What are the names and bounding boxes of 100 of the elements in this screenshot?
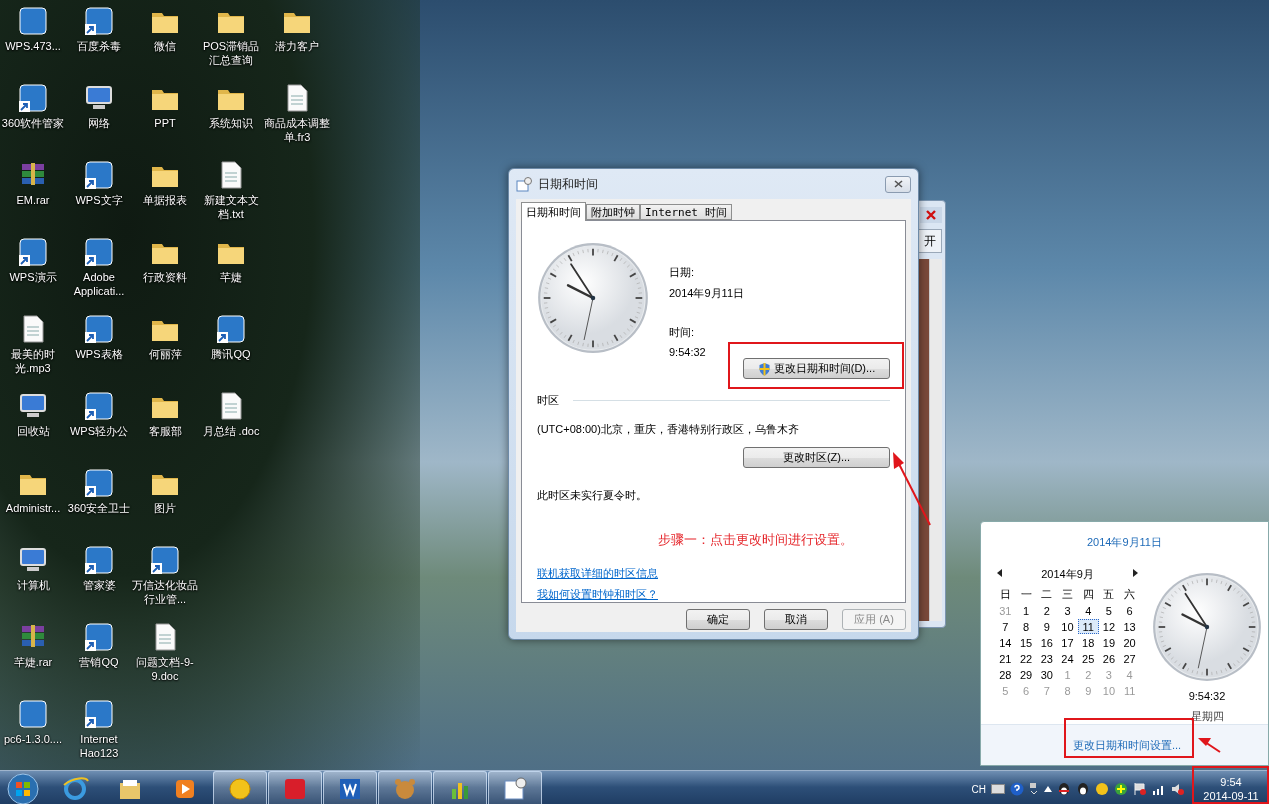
calendar-day[interactable]: 5 xyxy=(1098,603,1120,618)
desktop-icon-label[interactable]: 营销QQ xyxy=(66,655,132,669)
desktop-icon-label[interactable]: Administr... xyxy=(0,501,66,515)
taskbar-button[interactable] xyxy=(488,771,542,804)
desktop-icon-label[interactable]: POS滞销品汇总查询 xyxy=(198,39,264,67)
desktop-icon-label[interactable]: 360软件管家 xyxy=(0,116,66,130)
open-button[interactable]: 开 xyxy=(918,229,942,253)
desktop-icon-label[interactable]: 潜力客户 xyxy=(264,39,330,53)
desktop-icon-label[interactable]: 万信达化妆品行业管... xyxy=(132,578,198,606)
settings-link[interactable]: 更改日期和时间设置... xyxy=(1073,737,1182,753)
link[interactable]: 我如何设置时钟和时区？ xyxy=(537,587,658,602)
calendar-day[interactable]: 9 xyxy=(1036,619,1058,634)
calendar-day[interactable]: 14 xyxy=(995,635,1016,650)
calendar-day[interactable]: 8 xyxy=(1015,619,1037,634)
calendar-day[interactable]: 23 xyxy=(1036,651,1058,666)
taskbar-button[interactable] xyxy=(433,771,487,804)
desktop-icon-label[interactable]: EM.rar xyxy=(0,193,66,207)
calendar-day[interactable]: 26 xyxy=(1098,651,1120,666)
desktop-icon-label[interactable]: 腾讯QQ xyxy=(198,347,264,361)
calendar-day[interactable]: 29 xyxy=(1015,667,1037,682)
keyboard-icon[interactable] xyxy=(991,784,1005,794)
tab[interactable]: 日期和时间 xyxy=(521,202,586,221)
desktop-icon-label[interactable]: 微信 xyxy=(132,39,198,53)
desktop-icon-label[interactable]: 何丽萍 xyxy=(132,347,198,361)
penguin-icon[interactable] xyxy=(1076,782,1090,796)
calendar-day[interactable]: 2 xyxy=(1036,603,1058,618)
desktop-icon-label[interactable]: WPS表格 xyxy=(66,347,132,361)
desktop-icon-label[interactable]: WPS演示 xyxy=(0,270,66,284)
calendar-day[interactable]: 25 xyxy=(1077,651,1099,666)
desktop-icon-label[interactable]: 回收站 xyxy=(0,424,66,438)
desktop-icon-label[interactable]: 计算机 xyxy=(0,578,66,592)
calendar-day[interactable]: 17 xyxy=(1057,635,1078,650)
desktop-icon-label[interactable]: WPS.473... xyxy=(0,39,66,53)
desktop-icon-label[interactable]: 新建文本文档.txt xyxy=(198,193,264,221)
calendar-day[interactable]: 28 xyxy=(995,667,1016,682)
previous-month-button[interactable] xyxy=(997,569,1002,579)
taskbar-button[interactable] xyxy=(213,771,267,804)
desktop-icon-label[interactable]: 商品成本调整单.fr3 xyxy=(264,116,330,144)
penguin-icon[interactable] xyxy=(1057,782,1071,796)
speaker-muted-icon[interactable] xyxy=(1171,782,1185,796)
desktop-icon-label[interactable]: 芊婕 xyxy=(198,270,264,284)
desktop-icon-label[interactable]: 360安全卫士 xyxy=(66,501,132,515)
tab[interactable]: 附加时钟 xyxy=(586,204,640,220)
calendar-day[interactable]: 15 xyxy=(1015,635,1037,650)
desktop-icon-label[interactable]: 单据报表 xyxy=(132,193,198,207)
help-icon[interactable] xyxy=(1010,782,1024,796)
desktop-icon-label[interactable]: 管家婆 xyxy=(66,578,132,592)
language-indicator[interactable]: CH xyxy=(971,783,986,795)
options-icon[interactable] xyxy=(1029,782,1039,796)
desktop-icon-label[interactable]: 最美的时光.mp3 xyxy=(0,347,66,375)
calendar-day[interactable]: 21 xyxy=(995,651,1016,666)
calendar-day[interactable]: 30 xyxy=(1036,667,1058,682)
close-icon[interactable] xyxy=(920,207,942,223)
change-date-time-button[interactable]: 更改日期和时间(D)... xyxy=(743,358,890,379)
desktop-icon-label[interactable]: 客服部 xyxy=(132,424,198,438)
tab[interactable]: Internet 时间 xyxy=(640,204,732,220)
link[interactable]: 联机获取详细的时区信息 xyxy=(537,566,658,581)
dialog-button[interactable]: 取消 xyxy=(764,609,828,630)
calendar-day[interactable]: 12 xyxy=(1098,619,1120,634)
desktop-icon-label[interactable]: pc6-1.3.0.... xyxy=(0,732,66,746)
calendar-day[interactable]: 18 xyxy=(1077,635,1099,650)
desktop-icon-label[interactable]: 网络 xyxy=(66,116,132,130)
taskbar-clock[interactable]: 9:54 2014-09-11 xyxy=(1193,771,1269,804)
calendar-day[interactable]: 1 xyxy=(1015,603,1037,618)
up-arrow-icon[interactable] xyxy=(1044,786,1052,792)
calendar-day[interactable]: 10 xyxy=(1057,619,1078,634)
calendar-day[interactable]: 6 xyxy=(1119,603,1140,618)
calendar-day[interactable]: 16 xyxy=(1036,635,1058,650)
signal-icon[interactable] xyxy=(1152,783,1166,795)
desktop-icon-label[interactable]: WPS文字 xyxy=(66,193,132,207)
calendar-day[interactable]: 24 xyxy=(1057,651,1078,666)
scrollbar[interactable] xyxy=(929,259,942,621)
desktop-icon-label[interactable]: 行政资料 xyxy=(132,270,198,284)
change-timezone-button[interactable]: 更改时区(Z)... xyxy=(743,447,890,468)
calendar-day[interactable]: 11 xyxy=(1077,619,1099,634)
calendar-day[interactable]: 7 xyxy=(995,619,1016,634)
calendar-day[interactable]: 3 xyxy=(1057,603,1078,618)
desktop-icon-label[interactable]: PPT xyxy=(132,116,198,130)
calendar-day[interactable]: 22 xyxy=(1015,651,1037,666)
desktop-icon-label[interactable]: Internet Hao123 xyxy=(66,732,132,760)
desktop-icon-label[interactable]: 系统知识 xyxy=(198,116,264,130)
calendar-day[interactable]: 19 xyxy=(1098,635,1120,650)
plus-icon[interactable] xyxy=(1114,782,1128,796)
close-button[interactable] xyxy=(885,175,911,193)
date-link[interactable]: 2014年9月11日 xyxy=(1087,535,1162,550)
calendar-day[interactable]: 4 xyxy=(1077,603,1099,618)
taskbar-button[interactable] xyxy=(323,771,377,804)
desktop-icon-label[interactable]: 月总结 .doc xyxy=(198,424,264,438)
calendar-day[interactable]: 13 xyxy=(1119,619,1140,634)
desktop-icon-label[interactable]: 图片 xyxy=(132,501,198,515)
taskbar-button[interactable] xyxy=(268,771,322,804)
desktop-icon-label[interactable]: 问题文档-9-9.doc xyxy=(132,655,198,683)
flag-icon[interactable] xyxy=(1133,782,1147,796)
desktop-icon-label[interactable]: WPS轻办公 xyxy=(66,424,132,438)
calendar-day[interactable]: 27 xyxy=(1119,651,1140,666)
desktop-icon-label[interactable]: 百度杀毒 xyxy=(66,39,132,53)
next-month-button[interactable] xyxy=(1133,569,1138,579)
desktop-icon-label[interactable]: 芊婕.rar xyxy=(0,655,66,669)
calendar-day[interactable]: 20 xyxy=(1119,635,1140,650)
taskbar-button[interactable] xyxy=(378,771,432,804)
